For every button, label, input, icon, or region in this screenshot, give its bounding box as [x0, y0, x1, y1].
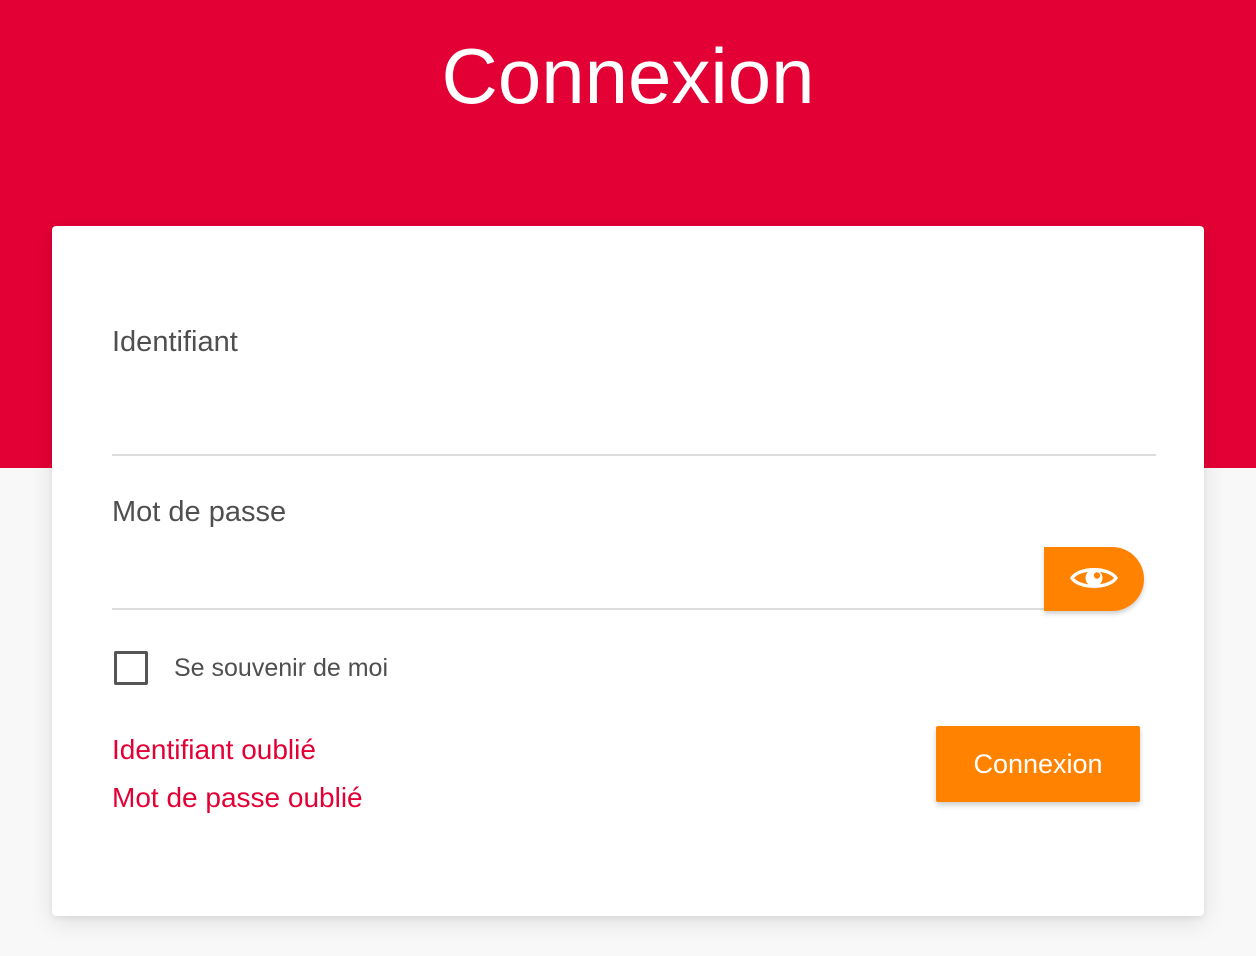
password-input[interactable] [112, 559, 1044, 610]
forgot-password-link[interactable]: Mot de passe oublié [112, 781, 363, 815]
remember-me-checkbox[interactable] [114, 651, 148, 685]
forgot-username-link[interactable]: Identifiant oublié [112, 733, 316, 767]
password-label: Mot de passe [112, 496, 287, 528]
page-title: Connexion [441, 32, 815, 120]
login-card: Identifiant Mot de passe Se souvenir de … [52, 226, 1204, 916]
username-input[interactable] [112, 406, 1156, 456]
remember-me-label[interactable]: Se souvenir de moi [174, 654, 388, 683]
username-label: Identifiant [112, 326, 238, 358]
login-button[interactable]: Connexion [936, 726, 1140, 802]
eye-icon [1069, 563, 1119, 596]
remember-me-row: Se souvenir de moi [114, 648, 388, 688]
show-password-button[interactable] [1044, 547, 1144, 611]
